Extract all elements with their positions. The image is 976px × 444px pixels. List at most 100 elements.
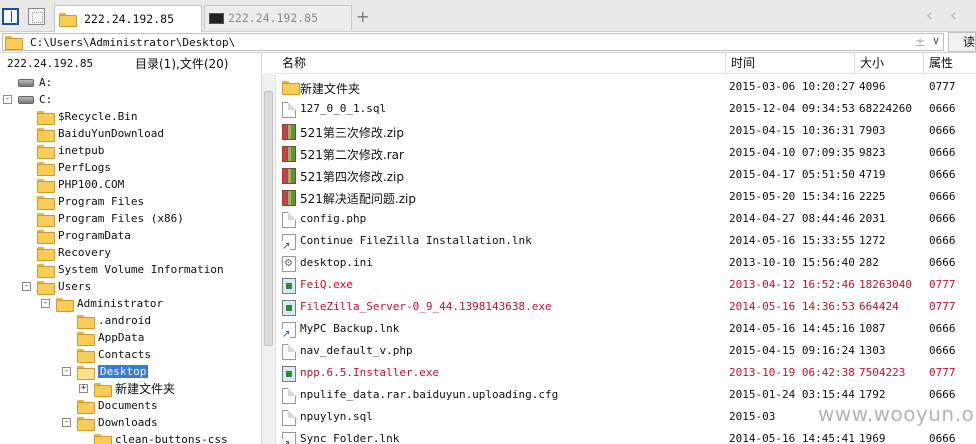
scrollbar-thumb[interactable] xyxy=(264,91,273,346)
file-name: FileZilla_Server-0_9_44.1398143638.exe xyxy=(300,300,552,313)
file-row[interactable]: FeiQ.exe 2013-04-12 16:52:46 18263040 0777 xyxy=(277,274,976,296)
column-header-attr[interactable]: 属性 xyxy=(924,53,976,73)
file-row[interactable]: 521第四次修改.zip 2015-04-17 05:51:50 4719 0666 xyxy=(277,164,976,186)
tree-item[interactable]: Program Files (x86) xyxy=(37,210,184,227)
expand-icon[interactable]: + xyxy=(79,384,88,393)
drive-icon xyxy=(18,95,34,104)
item-count-label: 目录(1),文件(20) xyxy=(135,56,229,71)
file-row[interactable]: 521解决适配问题.zip 2015-05-20 15:34:16 2225 0666 xyxy=(277,186,976,208)
collapse-icon[interactable]: - xyxy=(62,418,71,427)
new-tab-button[interactable]: + xyxy=(356,7,369,26)
tree-item[interactable]: clean-buttons-css xyxy=(94,431,228,444)
tree-item-label: Recovery xyxy=(58,246,111,259)
executable-icon xyxy=(282,366,296,382)
file-name: 521第三次修改.zip xyxy=(300,126,404,140)
tree-item[interactable]: $Recycle.Bin xyxy=(37,108,137,125)
file-row[interactable]: desktop.ini 2013-10-10 15:56:40 282 0666 xyxy=(277,252,976,274)
tree-item-label: ProgramData xyxy=(58,229,131,242)
tree-item-label: PerfLogs xyxy=(58,161,111,174)
path-input[interactable]: C:\Users\Administrator\Desktop\ ± ∨ xyxy=(2,33,944,51)
tree-item-label: Contacts xyxy=(98,348,151,361)
tree-item[interactable]: + 新建文件夹 xyxy=(79,380,175,397)
tree-item[interactable]: PHP100.COM xyxy=(37,176,124,193)
file-row[interactable]: config.php 2014-04-27 08:44:46 2031 0666 xyxy=(277,208,976,230)
file-row[interactable]: 521第二次修改.rar 2015-04-10 07:09:35 9823 0666 xyxy=(277,142,976,164)
tree-item[interactable]: BaiduYunDownload xyxy=(37,125,164,142)
tree-item-label: Program Files (x86) xyxy=(58,212,184,225)
tab-connection-1[interactable]: 222.24.192.85 xyxy=(54,5,202,32)
folder-icon xyxy=(37,144,55,159)
tree-item[interactable]: Documents xyxy=(77,397,158,414)
file-time: 2014-05-16 14:45:16 xyxy=(729,322,855,335)
layout-toggle-button[interactable] xyxy=(28,8,45,25)
tree-item-label: Users xyxy=(58,280,92,293)
file-row[interactable]: FileZilla_Server-0_9_44.1398143638.exe 20… xyxy=(277,296,976,318)
file-row[interactable]: 127_0_0_1.sql 2015-12-04 09:34:53 68224260… xyxy=(277,98,976,120)
file-size: 282 xyxy=(859,256,879,269)
folder-open-icon xyxy=(77,365,95,380)
collapse-icon[interactable]: - xyxy=(3,95,12,104)
collapse-icon[interactable]: - xyxy=(41,299,50,308)
tree-item[interactable]: AppData xyxy=(77,329,144,346)
file-name: 新建文件夹 xyxy=(300,82,361,96)
file-row[interactable]: npp.6.5.Installer.exe 2013-10-19 06:42:38… xyxy=(277,362,976,384)
file-name: MyPC Backup.lnk xyxy=(300,322,400,335)
file-row[interactable]: nav_default_v.php 2015-04-15 09:16:24 1303… xyxy=(277,340,976,362)
panel-toggle-button[interactable] xyxy=(2,8,19,25)
chevron-down-icon[interactable]: ∨ xyxy=(932,34,940,47)
file-time: 2015-05-20 15:34:16 xyxy=(729,190,855,203)
file-attr: 0777 xyxy=(929,300,956,313)
read-button[interactable]: 读 xyxy=(948,32,976,52)
folder-icon xyxy=(37,212,55,227)
column-header-time[interactable]: 时间 xyxy=(726,53,855,73)
file-name: desktop.ini xyxy=(300,256,373,269)
file-row[interactable]: 521第三次修改.zip 2015-04-15 10:36:31 7903 0666 xyxy=(277,120,976,142)
folder-icon xyxy=(37,246,55,261)
file-time: 2015-01-24 03:15:44 xyxy=(729,388,855,401)
file-row[interactable]: Sync Folder.lnk 2014-05-16 14:45:41 1969 06… xyxy=(277,428,976,444)
tab-next-icon[interactable]: ‹ xyxy=(950,5,957,26)
file-time: 2015-04-10 07:09:35 xyxy=(729,146,855,159)
tree-item[interactable]: System Volume Information xyxy=(37,261,224,278)
file-attr: 0777 xyxy=(929,366,956,379)
pin-icon[interactable]: ± xyxy=(915,35,925,49)
tree-item[interactable]: Contacts xyxy=(77,346,151,363)
file-time: 2015-04-15 10:36:31 xyxy=(729,124,855,137)
collapse-icon[interactable]: - xyxy=(22,282,31,291)
tree-scrollbar[interactable] xyxy=(262,73,276,444)
tree-item[interactable]: PerfLogs xyxy=(37,159,111,176)
file-time: 2014-04-27 08:44:46 xyxy=(729,212,855,225)
tree-item[interactable]: ProgramData xyxy=(37,227,131,244)
file-name: FeiQ.exe xyxy=(300,278,353,291)
file-time: 2015-04-17 05:51:50 xyxy=(729,168,855,181)
watermark: www.wooyun.org xyxy=(818,402,976,426)
folder-icon xyxy=(37,229,55,244)
tab-connection-2[interactable]: 222.24.192.85 xyxy=(204,5,352,30)
file-attr: 0777 xyxy=(929,80,956,93)
directory-tree-pane: 222.24.192.85 目录(1),文件(20) A: - C: $Recycle… xyxy=(0,53,262,444)
column-header-size[interactable]: 大小 xyxy=(855,53,924,73)
tree-item[interactable]: inetpub xyxy=(37,142,104,159)
file-size: 1969 xyxy=(859,432,886,444)
tree-item[interactable]: - C: xyxy=(3,91,52,108)
file-row[interactable]: 新建文件夹 2015-03-06 10:20:27 4096 0777 xyxy=(277,76,976,98)
folder-icon xyxy=(37,161,55,176)
tree-item[interactable]: A: xyxy=(18,74,52,91)
tree-item[interactable]: Recovery xyxy=(37,244,111,261)
shortcut-icon xyxy=(282,234,296,252)
file-row[interactable]: Continue FileZilla Installation.lnk 2014-… xyxy=(277,230,976,252)
tab-prev-icon[interactable]: ‹ xyxy=(926,5,933,26)
tree-header: 222.24.192.85 目录(1),文件(20) xyxy=(0,53,261,73)
executable-icon xyxy=(282,300,296,316)
tree-item[interactable]: .android xyxy=(77,312,151,329)
folder-icon xyxy=(77,348,95,363)
file-row[interactable]: MyPC Backup.lnk 2014-05-16 14:45:16 1087 06… xyxy=(277,318,976,340)
tree-item[interactable]: - Users xyxy=(22,278,91,295)
file-size: 1272 xyxy=(859,234,886,247)
column-header-name[interactable]: 名称 xyxy=(277,53,726,73)
tree-item[interactable]: - Administrator xyxy=(41,295,163,312)
tree-item[interactable]: - Desktop xyxy=(62,363,149,380)
tree-item[interactable]: - Downloads xyxy=(62,414,158,431)
tree-item[interactable]: Program Files xyxy=(37,193,144,210)
collapse-icon[interactable]: - xyxy=(62,367,71,376)
